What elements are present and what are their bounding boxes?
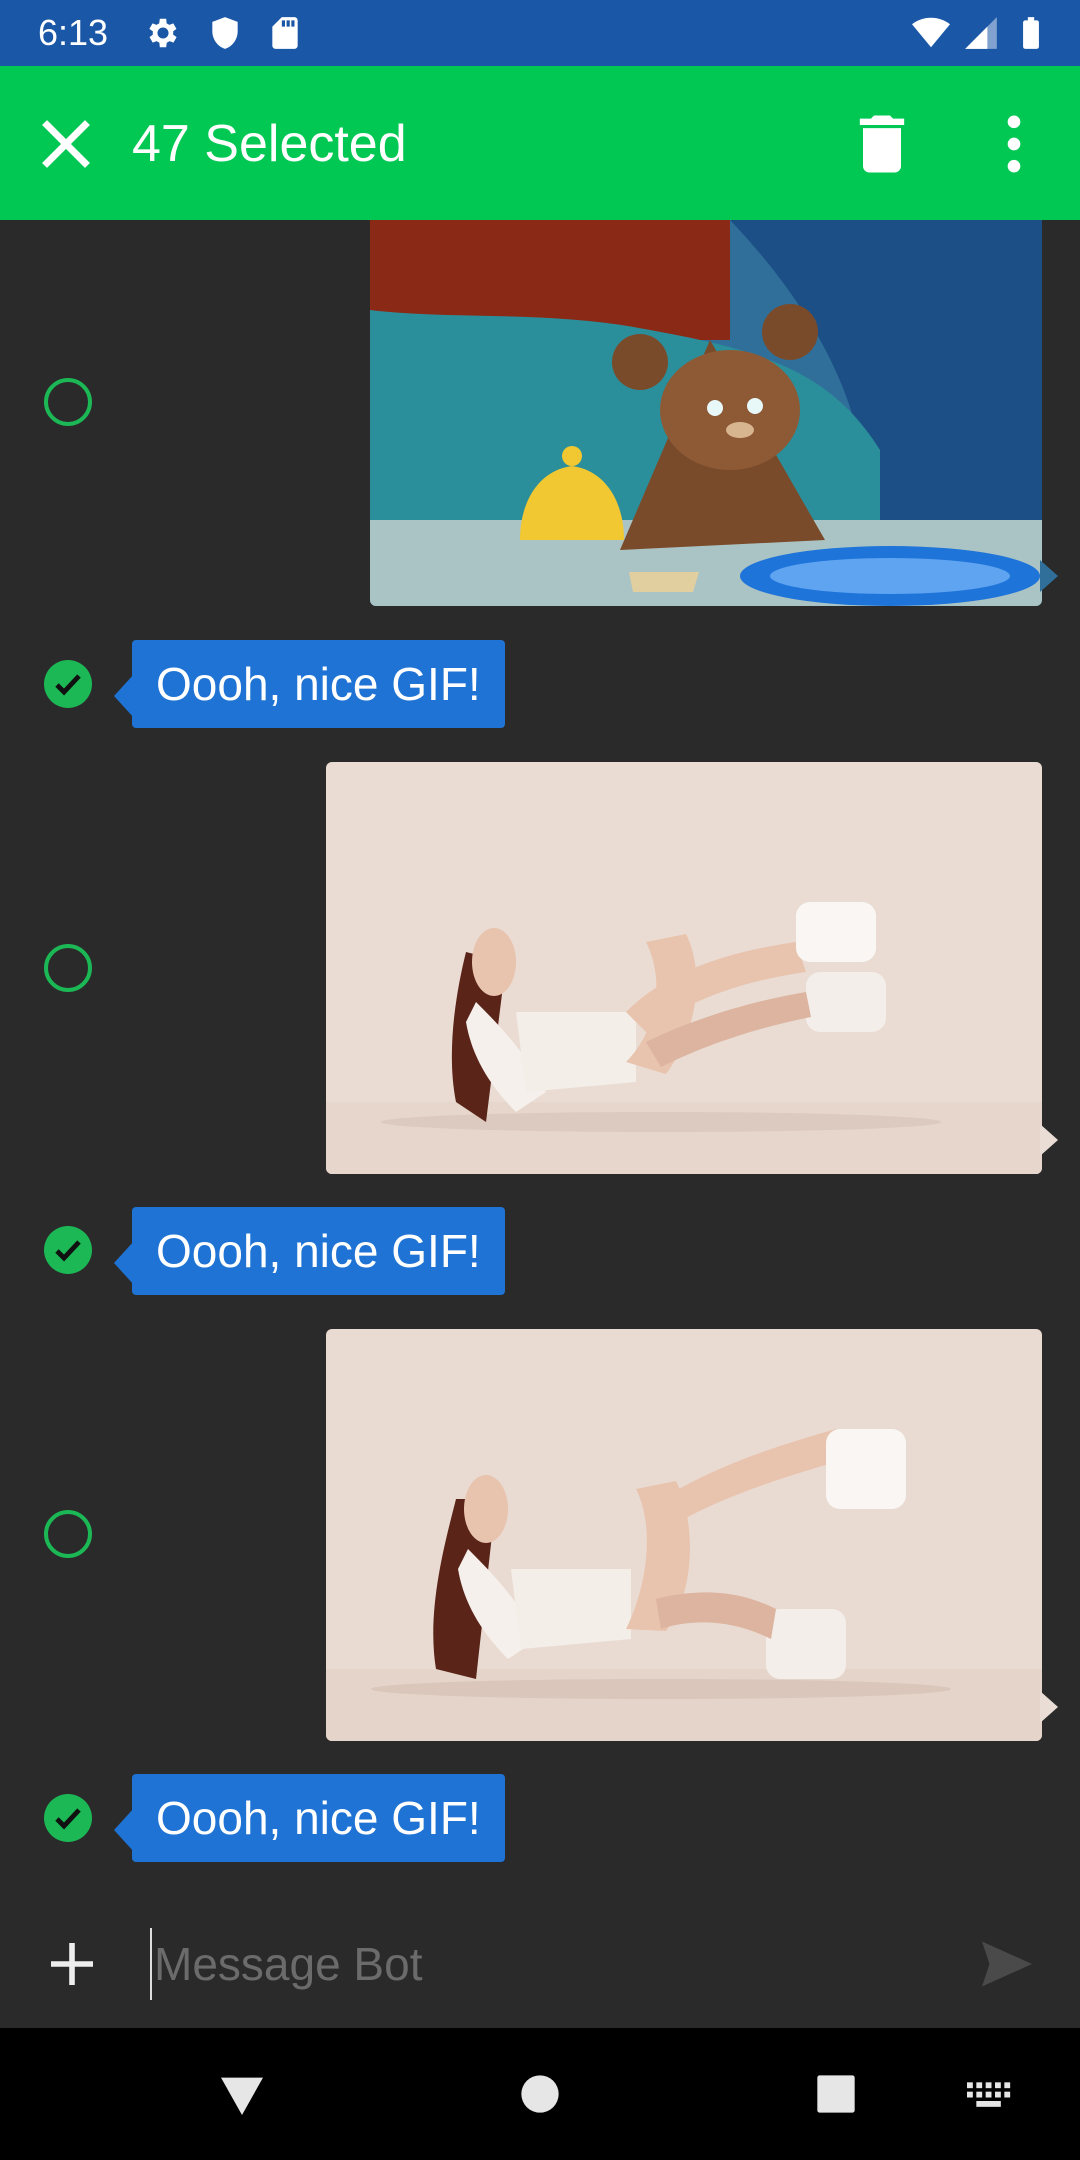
cell-signal-icon xyxy=(965,17,997,49)
selection-count-title: 47 Selected xyxy=(132,115,407,173)
close-icon[interactable] xyxy=(28,106,104,182)
message-bubble[interactable]: Oooh, nice GIF! xyxy=(114,640,505,728)
recents-icon[interactable] xyxy=(808,2066,864,2122)
message-list[interactable]: Oooh, nice GIF! Oooh, nice GIF! Oooh, ni… xyxy=(0,220,1080,1900)
send-icon[interactable] xyxy=(976,1934,1038,1994)
bubble-tail xyxy=(1040,1691,1058,1723)
message-bubble[interactable]: Oooh, nice GIF! xyxy=(114,1207,505,1295)
gif-image[interactable] xyxy=(326,1329,1042,1741)
sd-card-icon xyxy=(272,17,298,49)
gif-image[interactable] xyxy=(370,220,1042,606)
settings-icon xyxy=(149,18,177,48)
keyboard-icon[interactable] xyxy=(960,2066,1016,2122)
battery-icon xyxy=(1023,17,1039,49)
selected-check-icon[interactable] xyxy=(44,1794,92,1842)
more-vert-icon[interactable] xyxy=(976,106,1052,182)
bubble-tail xyxy=(1040,560,1058,592)
shield-icon xyxy=(212,17,238,49)
gif-image[interactable] xyxy=(326,762,1042,1174)
message-composer xyxy=(0,1900,1080,2028)
bubble-tail xyxy=(1040,1124,1058,1156)
unselected-circle-icon[interactable] xyxy=(44,378,92,426)
back-icon[interactable] xyxy=(214,2066,270,2122)
status-bar: 6:13 xyxy=(0,0,1080,66)
status-time: 6:13 xyxy=(38,12,109,53)
delete-icon[interactable] xyxy=(844,106,920,182)
system-nav-bar xyxy=(0,2028,1080,2160)
selected-check-icon[interactable] xyxy=(44,1226,92,1274)
unselected-circle-icon[interactable] xyxy=(44,944,92,992)
home-icon[interactable] xyxy=(512,2066,568,2122)
unselected-circle-icon[interactable] xyxy=(44,1510,92,1558)
wifi-icon xyxy=(912,17,950,48)
selection-app-bar: 47 Selected xyxy=(0,66,1080,220)
message-bubble[interactable]: Oooh, nice GIF! xyxy=(114,1774,505,1862)
selected-check-icon[interactable] xyxy=(44,660,92,708)
plus-icon[interactable] xyxy=(44,1936,100,1992)
message-input[interactable] xyxy=(150,1928,956,2000)
